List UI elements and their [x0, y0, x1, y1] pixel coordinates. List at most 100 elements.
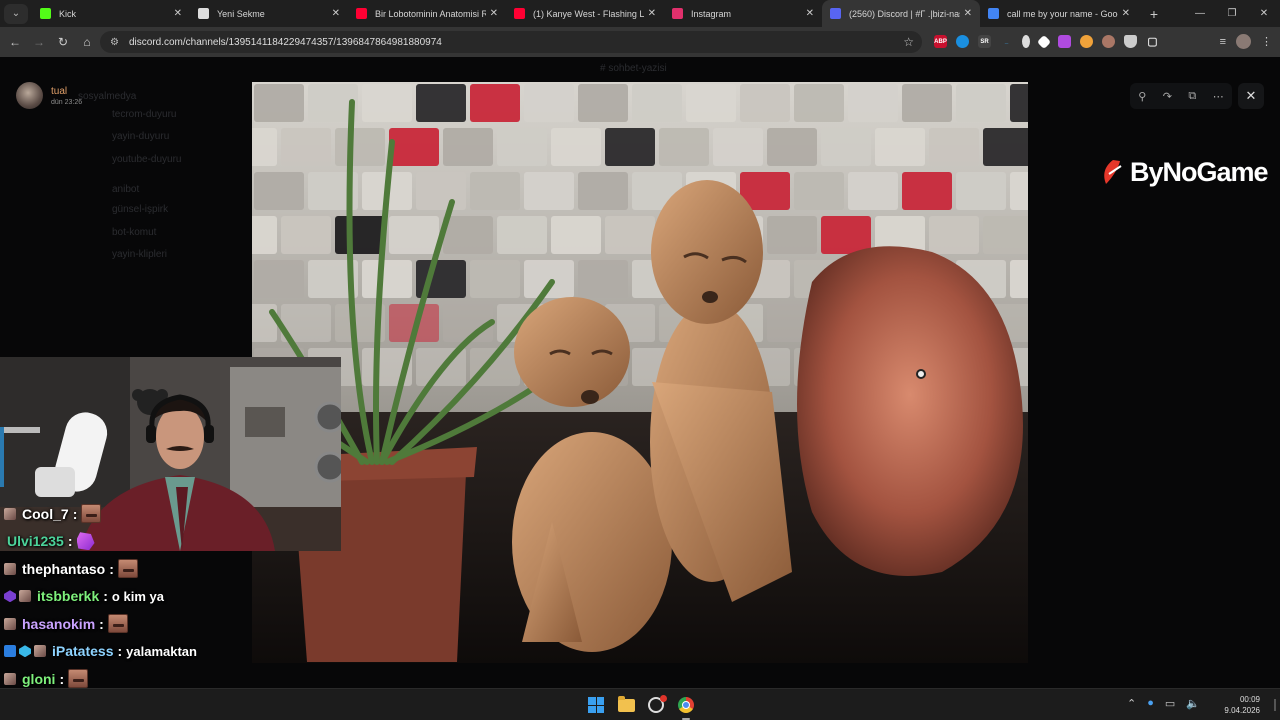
attachment-image[interactable] [252, 82, 1028, 663]
chevron-up-icon[interactable]: ⌃ [1127, 697, 1136, 710]
gem-badge-icon [4, 590, 16, 603]
browser-tab[interactable]: Yeni Sekme ✕ [190, 0, 348, 27]
youtube-icon [356, 8, 367, 19]
media-control-icon[interactable]: ≡ [1220, 36, 1226, 48]
close-tab-icon[interactable]: ✕ [648, 8, 656, 19]
uploader-info: tual dün 23:26 [16, 82, 82, 109]
system-clock[interactable]: 00:09 9.04.2026 [1224, 694, 1260, 716]
subscriber-badge-icon [4, 672, 16, 685]
clock-time: 00:09 [1239, 695, 1260, 704]
extension-icon[interactable] [1036, 34, 1052, 49]
puzzle-icon[interactable]: ▢ [1146, 35, 1159, 48]
tab-title: Bir Lobotominin Anatomisi Ro [375, 8, 486, 19]
channel-item: günsel-işpirk [112, 204, 169, 215]
show-desktop-button[interactable] [1274, 699, 1276, 711]
menu-icon[interactable]: ⋮ [1261, 35, 1272, 48]
tab-title: Instagram [691, 8, 732, 19]
chat-separator: : [67, 533, 73, 550]
close-tab-icon[interactable]: ✕ [964, 8, 972, 19]
browser-tab[interactable]: Kick ✕ [32, 0, 190, 27]
sponsor-logo: ByNoGame [1100, 157, 1269, 188]
close-tab-icon[interactable]: ✕ [806, 8, 814, 19]
reload-icon[interactable]: ↻ [51, 35, 75, 49]
avatar[interactable] [16, 82, 43, 109]
address-bar[interactable]: ⚙ discord.com/channels/13951411842294743… [100, 31, 922, 53]
cyan-badge-icon [19, 645, 31, 658]
file-explorer-icon[interactable] [616, 695, 636, 715]
close-tab-icon[interactable]: ✕ [174, 8, 182, 19]
browser-tab[interactable]: (2560) Discord | #Γ .|bizi-nas ✕ [822, 0, 980, 27]
display-icon[interactable]: ▭ [1165, 697, 1175, 710]
forward-share-icon[interactable]: ↷ [1163, 90, 1172, 103]
discord-image-viewer: # sohbet-yazisi sosyalmedya tecrom-duyuru y… [0, 57, 1280, 688]
restore-icon[interactable]: ❐ [1216, 8, 1248, 19]
brown-face-emote [68, 669, 89, 688]
chat-text: o kim ya [111, 588, 164, 604]
obs-icon[interactable] [646, 695, 667, 715]
channel-item: sosyalmedya [78, 91, 137, 102]
close-viewer-button[interactable]: ✕ [1238, 83, 1264, 109]
subscriber-badge-icon [34, 645, 46, 658]
avatar[interactable] [1236, 34, 1251, 49]
shield-icon[interactable] [1124, 35, 1137, 48]
zoom-icon[interactable]: ⚲ [1138, 90, 1146, 103]
chat-separator: : [72, 505, 78, 522]
home-icon[interactable]: ⌂ [75, 35, 99, 49]
extension-icon[interactable]: SR [978, 35, 991, 48]
brown-face-emote [81, 504, 102, 524]
url-text: discord.com/channels/1395141184229474357… [128, 36, 442, 48]
close-tab-icon[interactable]: ✕ [1122, 8, 1130, 19]
microphone-icon[interactable]: ● [1147, 697, 1154, 710]
volume-icon[interactable]: 🔈 [1186, 697, 1200, 710]
channel-header-text: # sohbet-yazisi [600, 63, 667, 74]
close-tab-icon[interactable]: ✕ [332, 8, 340, 19]
chat-username[interactable]: iPatatess [52, 643, 113, 659]
bynogame-logo-icon [1104, 159, 1122, 184]
minimize-icon[interactable]: — [1184, 8, 1216, 19]
tab-title: (2560) Discord | #Γ .|bizi-nas [849, 8, 960, 19]
extension-icon[interactable] [1022, 35, 1030, 48]
start-button[interactable] [586, 695, 606, 715]
chrome-taskbar-icon[interactable] [676, 695, 696, 720]
uploader-name[interactable]: tual [51, 86, 82, 97]
new-tab-button[interactable]: + [1144, 6, 1164, 22]
browser-tab[interactable]: Instagram ✕ [664, 0, 822, 27]
extension-icon[interactable]: _ [1000, 35, 1013, 48]
subscriber-badge-icon [4, 507, 16, 520]
chat-username[interactable]: gloni [22, 671, 55, 687]
forward-icon[interactable]: → [27, 35, 51, 49]
chat-message: gloni: [0, 665, 260, 688]
extension-icon[interactable] [1080, 35, 1093, 48]
chat-message: Cool_7: [0, 500, 260, 528]
tab-list: Kick ✕ Yeni Sekme ✕ Bir Lobotominin Anatomis… [32, 0, 1138, 27]
toolbar-right: ≡ ⋮ [1220, 34, 1272, 49]
stream-chat-overlay: Cool_7: Ulvi1235: thephantaso: itsbberkk: o … [0, 500, 260, 688]
browser-tab[interactable]: (1) Kanye West - Flashing Light ✕ [506, 0, 664, 27]
chat-username[interactable]: hasanokim [22, 616, 95, 632]
browser-tab[interactable]: call me by your name - Google ✕ [980, 0, 1138, 27]
close-window-icon[interactable]: ✕ [1248, 8, 1280, 19]
channel-item: yayin-klipleri [112, 249, 168, 260]
extensions-row: ABP SR _ ▢ [934, 34, 1159, 49]
close-tab-icon[interactable]: ✕ [490, 8, 498, 19]
tab-title: Kick [59, 8, 77, 19]
extension-icon[interactable] [956, 35, 969, 48]
bookmark-star-icon[interactable]: ☆ [903, 35, 914, 49]
browser-tab-strip: ⌄ Kick ✕ Yeni Sekme ✕ Bir Lobotominin Anatom… [0, 0, 1280, 27]
more-options-icon[interactable]: ⋯ [1213, 90, 1224, 103]
chat-username[interactable]: itsbberkk [37, 588, 99, 604]
extension-icon[interactable] [1058, 35, 1071, 48]
open-external-icon[interactable]: ⧉ [1188, 90, 1196, 103]
browser-tab[interactable]: Bir Lobotominin Anatomisi Ro ✕ [348, 0, 506, 27]
back-icon[interactable]: ← [3, 35, 27, 49]
chat-username[interactable]: Ulvi1235 [7, 533, 64, 549]
adblock-extension-icon[interactable]: ABP [934, 35, 947, 48]
site-info-icon[interactable]: ⚙ [110, 37, 119, 48]
channel-item: youtube-duyuru [112, 154, 182, 165]
brown-face-emote [107, 614, 128, 634]
tab-search-button[interactable]: ⌄ [4, 3, 28, 24]
chat-username[interactable]: Cool_7 [22, 506, 69, 522]
extension-icon[interactable] [1102, 35, 1115, 48]
chat-username[interactable]: thephantaso [22, 561, 105, 577]
image-viewer-toolbar: ⚲ ↷ ⧉ ⋯ [1130, 83, 1232, 109]
